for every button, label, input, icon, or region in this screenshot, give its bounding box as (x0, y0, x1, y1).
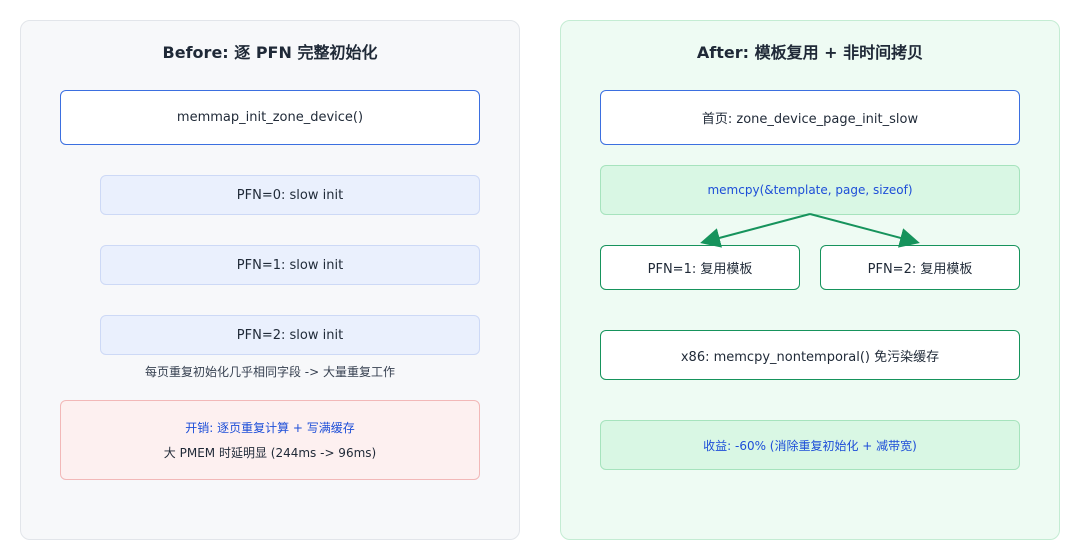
after-title: After: 模板复用 + 非时间拷贝 (696, 43, 924, 62)
after-memcpy-box: memcpy(&template, page, sizeof) (600, 165, 1020, 215)
after-gain-box: 收益: -60% (消除重复初始化 + 减带宽) (600, 420, 1020, 470)
before-entry-box: memmap_init_zone_device() (60, 90, 480, 145)
after-x86-box: x86: memcpy_nontemporal() 免污染缓存 (600, 330, 1020, 380)
after-first-box: 首页: zone_device_page_init_slow (600, 90, 1020, 145)
before-cost-line2: 大 PMEM 时延明显 (244ms -> 96ms) (163, 446, 377, 460)
before-cost-box: 开销: 逐页重复计算 + 写满缓存 大 PMEM 时延明显 (244ms -> … (60, 400, 480, 480)
before-note: 每页重复初始化几乎相同字段 -> 大量重复工作 (144, 365, 395, 379)
before-step-2: PFN=2: slow init (100, 315, 480, 355)
before-cost-line1: 开销: 逐页重复计算 + 写满缓存 (185, 421, 355, 435)
before-step-0: PFN=0: slow init (100, 175, 480, 215)
after-reuse-1: PFN=1: 复用模板 (600, 245, 800, 290)
after-reuse-2: PFN=2: 复用模板 (820, 245, 1020, 290)
before-step-1: PFN=1: slow init (100, 245, 480, 285)
before-title: Before: 逐 PFN 完整初始化 (162, 43, 378, 62)
